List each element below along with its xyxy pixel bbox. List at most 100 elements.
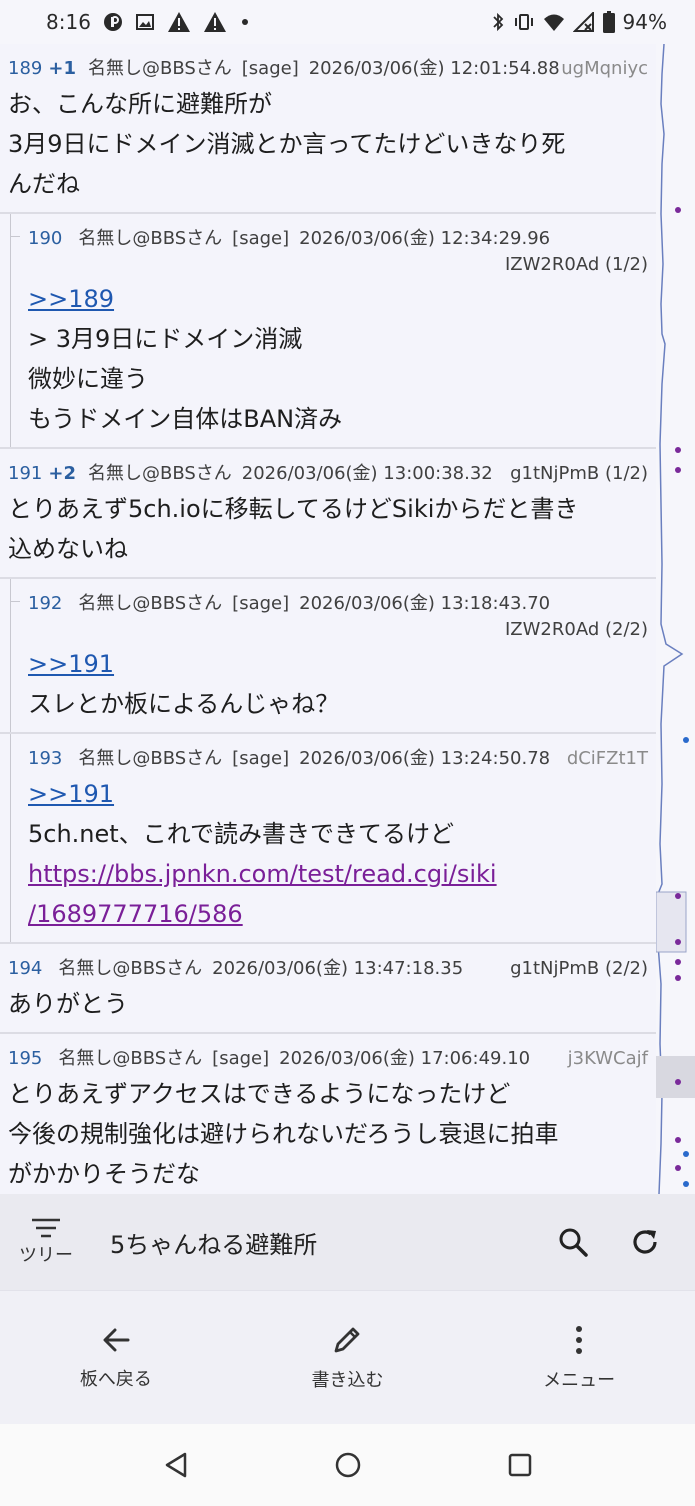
- external-url-link[interactable]: https://bbs.jpnkn.com/test/read.cgi/siki: [28, 854, 648, 894]
- post-header: 195 名無し@BBSさん [sage] 2026/03/06(金) 17:06…: [8, 1044, 648, 1070]
- warning-icon: [203, 11, 227, 33]
- post-number[interactable]: 193: [28, 748, 62, 769]
- minimap-marker: [675, 1079, 681, 1085]
- menu-button[interactable]: メニュー: [543, 1324, 615, 1392]
- write-label: 書き込む: [311, 1369, 384, 1391]
- tree-connector: [10, 236, 20, 237]
- menu-label: メニュー: [543, 1369, 616, 1391]
- reply-anchor-link[interactable]: >>191: [28, 774, 648, 814]
- tree-button-label: ツリー: [19, 1245, 73, 1266]
- status-notification-icons: [103, 11, 251, 33]
- poster-id[interactable]: dCiFZt1T: [567, 748, 648, 769]
- tree-button[interactable]: ツリー: [0, 1194, 92, 1290]
- post-number[interactable]: 191: [8, 463, 42, 484]
- external-url-link[interactable]: /1689777716/586: [28, 894, 648, 934]
- minimap-marker: [675, 207, 681, 213]
- post-number[interactable]: 194: [8, 958, 42, 979]
- poster-id[interactable]: g1tNjPmB (1/2): [510, 463, 648, 484]
- post-line: スレとか板によるんじゃね？: [28, 690, 340, 718]
- post-number[interactable]: 195: [8, 1048, 42, 1069]
- post-193[interactable]: 193 名無し@BBSさん [sage] 2026/03/06(金) 13:24…: [0, 734, 656, 944]
- minimap-marker: [675, 1165, 681, 1171]
- reply-count[interactable]: +1: [48, 58, 76, 79]
- status-time: 8:16: [46, 10, 91, 34]
- post-date: 2026/03/06(金) 13:47:18.35: [212, 958, 464, 979]
- nav-back-icon[interactable]: [161, 1450, 191, 1480]
- reply-anchor-link[interactable]: >>191: [28, 644, 648, 684]
- post-body: とりあえずアクセスはできるようになったけど 今後の規制強化は避けられないだろうし…: [8, 1074, 648, 1194]
- poster-name: 名無し@BBSさん: [78, 228, 223, 249]
- post-190[interactable]: 190 名無し@BBSさん [sage] 2026/03/06(金) 12:34…: [0, 214, 656, 449]
- post-191[interactable]: 191 +2 名無し@BBSさん 2026/03/06(金) 13:00:38.…: [0, 449, 656, 579]
- post-header: 194 名無し@BBSさん 2026/03/06(金) 13:47:18.35 …: [8, 954, 648, 980]
- minimap-viewport[interactable]: [655, 891, 687, 953]
- poster-mail: [sage]: [212, 1048, 270, 1069]
- poster-id[interactable]: IZW2R0Ad (2/2): [28, 619, 648, 640]
- tree-connector: [10, 734, 11, 942]
- post-192[interactable]: 192 名無し@BBSさん [sage] 2026/03/06(金) 13:18…: [0, 579, 656, 734]
- pencil-icon: [331, 1324, 363, 1356]
- minimap-marker: [675, 975, 681, 981]
- back-to-board-label: 板へ戻る: [79, 1368, 152, 1390]
- image-icon: [135, 12, 155, 32]
- post-number[interactable]: 189: [8, 58, 42, 79]
- thread-minimap[interactable]: [655, 43, 695, 1195]
- back-to-board-button[interactable]: 板へ戻る: [80, 1325, 152, 1391]
- poster-id[interactable]: g1tNjPmB (2/2): [510, 958, 648, 979]
- post-line: お、こんな所に避難所が: [8, 90, 272, 118]
- board-title: 5ちゃんねる避難所: [110, 1230, 318, 1259]
- poster-mail: [sage]: [241, 58, 299, 79]
- post-line: > 3月9日にドメイン消滅: [28, 325, 303, 353]
- warning-icon: [167, 11, 191, 33]
- poster-id[interactable]: ugMqniyc: [561, 58, 648, 79]
- post-date: 2026/03/06(金) 12:34:29.96: [299, 228, 551, 249]
- more-vertical-icon: [573, 1324, 585, 1356]
- post-header: 192 名無し@BBSさん [sage] 2026/03/06(金) 13:18…: [28, 589, 648, 615]
- reply-count[interactable]: +2: [48, 463, 76, 484]
- post-header: 191 +2 名無し@BBSさん 2026/03/06(金) 13:00:38.…: [8, 459, 648, 485]
- poster-mail: [sage]: [232, 593, 290, 614]
- post-line: 微妙に違う: [28, 365, 148, 393]
- post-header: 193 名無し@BBSさん [sage] 2026/03/06(金) 13:24…: [28, 744, 648, 770]
- poster-name: 名無し@BBSさん: [78, 593, 223, 614]
- battery-percent: 94%: [622, 10, 667, 34]
- write-button[interactable]: 書き込む: [311, 1324, 383, 1392]
- post-line: ありがとう: [8, 990, 128, 1018]
- minimap-marker: [675, 447, 681, 453]
- post-194[interactable]: 194 名無し@BBSさん 2026/03/06(金) 13:47:18.35 …: [0, 944, 656, 1034]
- poster-id[interactable]: j3KWCajf: [568, 1048, 648, 1069]
- search-icon[interactable]: [557, 1226, 589, 1258]
- poster-mail: [sage]: [232, 228, 290, 249]
- poster-id[interactable]: IZW2R0Ad (1/2): [28, 254, 648, 275]
- post-body: >>191 5ch.net、これで読み書きできてるけど https://bbs.…: [28, 774, 648, 934]
- post-line: んだね: [8, 170, 80, 198]
- post-195[interactable]: 195 名無し@BBSさん [sage] 2026/03/06(金) 17:06…: [0, 1034, 656, 1194]
- refresh-icon[interactable]: [629, 1226, 661, 1258]
- dot-icon: [239, 16, 251, 28]
- post-line: とりあえずアクセスはできるようになったけど: [8, 1080, 511, 1108]
- post-body: >>191 スレとか板によるんじゃね？: [28, 644, 648, 724]
- reply-anchor-link[interactable]: >>189: [28, 279, 648, 319]
- post-number[interactable]: 192: [28, 593, 62, 614]
- thread-view[interactable]: 189 +1 名無し@BBSさん [sage] 2026/03/06(金) 12…: [0, 44, 656, 1194]
- status-system-icons: 94%: [491, 10, 667, 34]
- post-date: 2026/03/06(金) 13:00:38.32: [241, 463, 493, 484]
- post-body: とりあえず5ch.ioに移転してるけどSikiからだと書き 込めないね: [8, 489, 648, 569]
- tree-connector: [10, 601, 20, 602]
- filter-sort-icon: [31, 1217, 61, 1239]
- post-date: 2026/03/06(金) 12:01:54.88: [308, 58, 560, 79]
- post-number[interactable]: 190: [28, 228, 62, 249]
- nav-home-icon[interactable]: [333, 1450, 363, 1480]
- nav-recents-icon[interactable]: [506, 1451, 534, 1479]
- post-line: 3月9日にドメイン消滅とか言ってたけどいきなり死: [8, 130, 566, 158]
- post-date: 2026/03/06(金) 13:18:43.70: [299, 593, 551, 614]
- post-date: 2026/03/06(金) 13:24:50.78: [299, 748, 551, 769]
- post-189[interactable]: 189 +1 名無し@BBSさん [sage] 2026/03/06(金) 12…: [0, 44, 656, 214]
- no-signal-icon: [572, 12, 595, 32]
- poster-name: 名無し@BBSさん: [87, 58, 232, 79]
- poster-name: 名無し@BBSさん: [58, 1048, 203, 1069]
- post-body: >>189 > 3月9日にドメイン消滅 微妙に違う もうドメイン自体はBAN済み: [28, 279, 648, 439]
- minimap-marker: [675, 959, 681, 965]
- scroll-thumb[interactable]: [656, 1056, 695, 1098]
- post-header: 189 +1 名無し@BBSさん [sage] 2026/03/06(金) 12…: [8, 54, 648, 80]
